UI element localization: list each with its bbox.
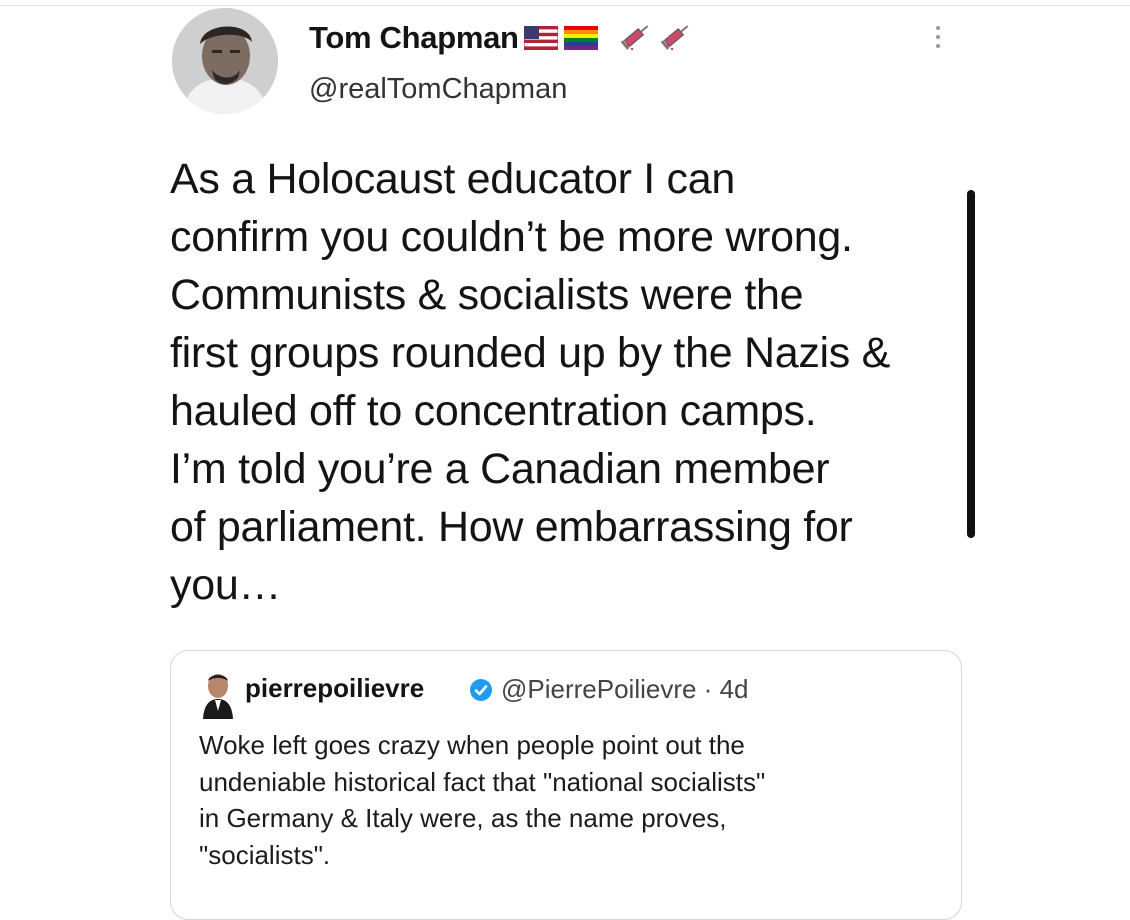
syringe-icon — [620, 25, 649, 51]
quoted-author-avatar[interactable] — [201, 671, 235, 719]
rainbow-flag-icon — [564, 26, 598, 50]
syringe-icon — [660, 25, 689, 51]
quoted-handle-and-time[interactable]: @PierrePoilievre · 4d — [501, 674, 748, 705]
tweet-text: As a Holocaust educator I can confirm yo… — [170, 155, 890, 609]
quoted-author-avatar-image — [203, 674, 233, 719]
us-flag-icon — [524, 26, 558, 50]
quoted-tweet-card[interactable]: pierrepoilievre @PierrePoilievre · 4d Wo… — [170, 650, 962, 920]
name-badges — [524, 26, 598, 50]
author-handle[interactable]: @realTomChapman — [309, 73, 567, 106]
quoted-display-name[interactable]: pierrepoilievre — [245, 673, 424, 704]
top-divider — [0, 5, 1130, 6]
author-avatar[interactable] — [172, 8, 278, 114]
author-display-name[interactable]: Tom Chapman — [309, 20, 519, 56]
verified-badge-icon — [470, 679, 492, 701]
quoted-tweet-text: Woke left goes crazy when people point o… — [199, 730, 766, 870]
syringe-badges — [620, 18, 694, 52]
scrollbar-thumb[interactable] — [967, 190, 975, 538]
author-avatar-image — [172, 8, 278, 114]
more-vertical-icon[interactable] — [934, 26, 942, 54]
